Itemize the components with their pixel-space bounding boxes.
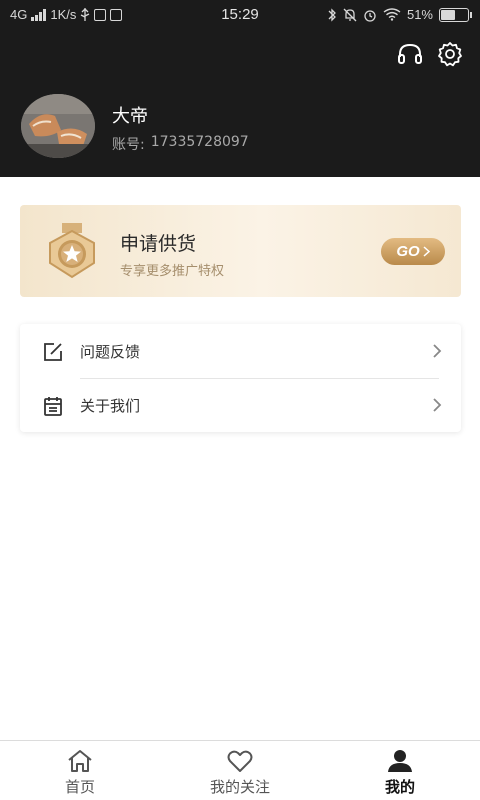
bluetooth-icon (328, 7, 336, 22)
account-info: 账号: 17335728097 (112, 134, 249, 154)
status-bar: 4G 1K/s 15:29 51% (0, 0, 480, 32)
status-right: 51% (327, 7, 472, 22)
nav-label: 我的关注 (209, 778, 270, 796)
medal-icon (49, 223, 95, 279)
promo-title: 申请供货 (120, 233, 197, 255)
go-button[interactable]: GO (381, 238, 445, 265)
menu-item-about[interactable]: 关于我们 (20, 378, 461, 432)
nav-item-following[interactable]: 我的关注 (160, 741, 320, 800)
apply-supply-card[interactable]: 申请供货 专享更多推广特权 GO (20, 205, 461, 297)
profile-screen: 4G 1K/s 15:29 51% 大帝 账号: 17335728097 申请供… (0, 0, 480, 800)
heart-icon (227, 750, 253, 772)
edit-icon (44, 343, 62, 361)
menu-item-feedback[interactable]: 问题反馈 (20, 324, 461, 378)
battery-icon (439, 7, 472, 22)
nav-item-mine[interactable]: 我的 (320, 741, 480, 800)
profile-header: 4G 1K/s 15:29 51% 大帝 账号: 17335728097 (0, 0, 480, 177)
home-icon (68, 750, 92, 772)
avatar[interactable] (21, 94, 95, 158)
menu-item-label: 关于我们 (80, 396, 141, 415)
mute-icon (343, 8, 357, 21)
nav-item-home[interactable]: 首页 (0, 741, 160, 800)
settings-menu: 问题反馈 关于我们 (20, 324, 461, 432)
username: 大帝 (112, 106, 148, 127)
account-label: 账号: (112, 137, 145, 153)
menu-item-label: 问题反馈 (80, 342, 141, 361)
account-number: 17335728097 (150, 134, 249, 150)
chevron-right-icon (433, 398, 442, 412)
wifi-icon (383, 8, 401, 21)
go-button-label: GO (396, 243, 420, 260)
nav-label: 我的 (384, 778, 415, 796)
chevron-right-icon (433, 344, 442, 358)
user-icon (388, 750, 412, 772)
chevron-right-icon (423, 246, 430, 257)
alarm-icon (364, 9, 376, 22)
nav-label: 首页 (64, 778, 95, 796)
battery-percent: 51% (406, 7, 433, 22)
calendar-icon (44, 397, 62, 416)
settings-gear-icon[interactable] (436, 40, 464, 68)
header-actions (396, 40, 464, 68)
bottom-nav: 首页 我的关注 我的 (0, 740, 480, 800)
promo-subtitle: 专享更多推广特权 (120, 264, 225, 279)
headset-icon[interactable] (396, 40, 424, 68)
